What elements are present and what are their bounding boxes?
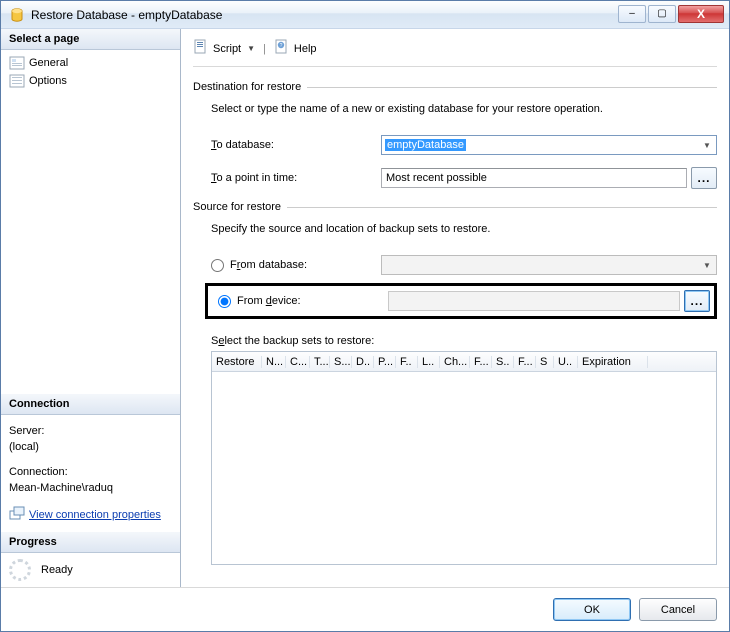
connection-label: Connection: [9, 464, 172, 481]
grid-column-header[interactable]: Restore [212, 356, 262, 368]
page-icon [9, 74, 25, 88]
connection-header: Connection [1, 394, 180, 415]
window-title: Restore Database - emptyDatabase [31, 8, 222, 22]
to-point-in-time-field: Most recent possible [381, 168, 687, 188]
from-device-highlight: From device: ... [205, 283, 717, 319]
destination-section-label: Destination for restore [193, 81, 717, 93]
grid-column-header[interactable]: Expiration [578, 356, 648, 368]
help-button[interactable]: ? Help [274, 39, 317, 58]
grid-column-header[interactable]: N... [262, 356, 286, 368]
from-device-field [388, 291, 680, 311]
chevron-down-icon: ▼ [700, 258, 714, 272]
dialog-footer: OK Cancel [1, 587, 729, 631]
to-database-value: emptyDatabase [385, 139, 466, 151]
source-section-label: Source for restore [193, 201, 717, 213]
sidebar-item-options[interactable]: Options [7, 72, 174, 90]
server-value: (local) [9, 439, 172, 456]
window-controls: – ▢ X [616, 5, 724, 25]
grid-column-header[interactable]: P... [374, 356, 396, 368]
connection-value: Mean-Machine\raduq [9, 480, 172, 497]
grid-column-header[interactable]: Ch... [440, 356, 470, 368]
from-database-radio[interactable] [211, 259, 224, 272]
view-connection-properties-link[interactable]: View connection properties [29, 507, 161, 524]
cancel-button[interactable]: Cancel [639, 598, 717, 621]
from-device-label: From device: [237, 295, 301, 307]
svg-text:?: ? [280, 43, 283, 49]
ok-button[interactable]: OK [553, 598, 631, 621]
grid-column-header[interactable]: D.. [352, 356, 374, 368]
grid-column-header[interactable]: F... [514, 356, 536, 368]
help-icon: ? [274, 39, 290, 58]
destination-header-text: Destination for restore [193, 81, 301, 93]
grid-column-header[interactable]: F.. [396, 356, 418, 368]
select-backup-sets-label: Select the backup sets to restore: [211, 335, 717, 347]
to-database-combo[interactable]: emptyDatabase ▼ [381, 135, 717, 155]
grid-column-header[interactable]: U.. [554, 356, 578, 368]
destination-description: Select or type the name of a new or exis… [211, 103, 717, 115]
script-icon [193, 39, 209, 58]
grid-column-header[interactable]: L.. [418, 356, 440, 368]
backup-sets-grid[interactable]: RestoreN...C...T...S...D..P...F..L..Ch..… [211, 351, 717, 565]
chevron-down-icon: ▼ [247, 44, 255, 53]
from-database-combo: ▼ [381, 255, 717, 275]
sidebar-item-general[interactable]: General [7, 54, 174, 72]
progress-spinner-icon [9, 559, 31, 581]
progress-header: Progress [1, 532, 180, 553]
page-label: General [29, 57, 68, 69]
from-database-label: From database: [230, 259, 307, 271]
grid-column-header[interactable]: S [536, 356, 554, 368]
titlebar[interactable]: Restore Database - emptyDatabase – ▢ X [1, 1, 729, 29]
close-button[interactable]: X [678, 5, 724, 23]
server-label: Server: [9, 423, 172, 440]
grid-column-header[interactable]: S... [330, 356, 352, 368]
source-description: Specify the source and location of backu… [211, 223, 717, 235]
sidebar: Select a page General Options Connection [1, 29, 181, 587]
progress-status: Ready [41, 564, 73, 576]
to-database-label: To database: [211, 139, 381, 151]
maximize-button[interactable]: ▢ [648, 5, 676, 23]
page-label: Options [29, 75, 67, 87]
grid-header-row: RestoreN...C...T...S...D..P...F..L..Ch..… [212, 352, 716, 372]
to-point-in-time-value: Most recent possible [386, 172, 487, 184]
grid-column-header[interactable]: C... [286, 356, 310, 368]
dialog-window: Restore Database - emptyDatabase – ▢ X S… [0, 0, 730, 632]
main-panel: Script ▼ | ? Help Destination for restor… [181, 29, 729, 587]
toolbar-separator: | [261, 43, 268, 55]
from-device-radio[interactable] [218, 295, 231, 308]
database-icon [9, 7, 25, 23]
script-label: Script [213, 43, 241, 55]
chevron-down-icon: ▼ [700, 138, 714, 152]
to-point-browse-button[interactable]: ... [691, 167, 717, 189]
select-page-header: Select a page [1, 29, 180, 50]
script-button[interactable]: Script ▼ [193, 39, 255, 58]
grid-column-header[interactable]: S.. [492, 356, 514, 368]
source-header-text: Source for restore [193, 201, 281, 213]
minimize-button[interactable]: – [618, 5, 646, 23]
from-device-browse-button[interactable]: ... [684, 290, 710, 312]
grid-column-header[interactable]: F... [470, 356, 492, 368]
toolbar: Script ▼ | ? Help [193, 37, 717, 67]
page-icon [9, 56, 25, 70]
grid-column-header[interactable]: T... [310, 356, 330, 368]
help-label: Help [294, 43, 317, 55]
connection-icon [9, 505, 25, 527]
to-point-in-time-label: To a point in time: [211, 172, 381, 184]
